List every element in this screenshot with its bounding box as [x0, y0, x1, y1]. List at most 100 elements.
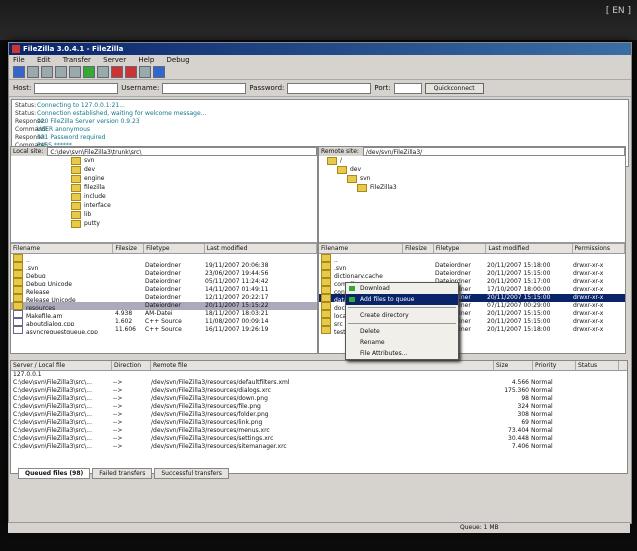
- file-icon: [13, 326, 23, 334]
- folder-icon: [321, 310, 331, 318]
- quickconnect-button[interactable]: Quickconnect: [424, 82, 484, 94]
- file-size: [113, 294, 143, 302]
- queue-col-size[interactable]: Size: [494, 361, 533, 370]
- tree-node[interactable]: dev: [71, 165, 317, 174]
- table-row[interactable]: C:\dev\svn\FileZilla3\src\... --> /dev/svn…: [11, 411, 627, 419]
- remote-col-filename[interactable]: Filename: [319, 244, 404, 253]
- toggle-remote-tree-icon[interactable]: [55, 66, 67, 78]
- table-row[interactable]: Release Unicode Dateiordner 12/11/2007 20:…: [11, 294, 317, 302]
- cancel-icon[interactable]: [111, 66, 123, 78]
- file-name-cell: ..: [11, 254, 113, 262]
- toggle-queue-icon[interactable]: [69, 66, 81, 78]
- queue-col-remote[interactable]: Remote file: [151, 361, 494, 370]
- tree-node[interactable]: svn: [327, 174, 625, 183]
- queue-col-priority[interactable]: Priority: [533, 361, 576, 370]
- table-row[interactable]: 127.0.0.1: [11, 371, 627, 379]
- table-row[interactable]: resources Dateiordner 20/11/2007 15:15:22: [11, 302, 317, 310]
- tree-node-label: engine: [84, 175, 105, 182]
- tree-node[interactable]: engine: [71, 174, 317, 183]
- queue-size: 30.448: [508, 435, 529, 442]
- table-row[interactable]: C:\dev\svn\FileZilla3\src\... --> /dev/svn…: [11, 427, 627, 435]
- table-row[interactable]: C:\dev\svn\FileZilla3\src\... --> /dev/svn…: [11, 419, 627, 427]
- table-row[interactable]: aboutdialog.cpp 1.602 C++ Source 11/08/2007…: [11, 318, 317, 326]
- remote-col-filetype[interactable]: Filetype: [434, 244, 487, 253]
- menu-transfer[interactable]: Transfer: [63, 56, 91, 64]
- tree-node[interactable]: include: [71, 192, 317, 201]
- ctx-create-directory[interactable]: Create directory: [346, 310, 458, 321]
- ctx-rename[interactable]: Rename: [346, 337, 458, 348]
- reconnect-icon[interactable]: [139, 66, 151, 78]
- tab-successful-transfers[interactable]: Successful transfers: [154, 468, 229, 479]
- local-tree: svn dev engine filezilla include interface lib…: [11, 156, 317, 244]
- refresh-icon[interactable]: [83, 66, 95, 78]
- toggle-log-icon[interactable]: [27, 66, 39, 78]
- tree-node[interactable]: /: [327, 156, 625, 165]
- tree-node[interactable]: FileZilla3: [327, 183, 625, 192]
- host-input[interactable]: [34, 82, 119, 94]
- site-manager-icon[interactable]: [13, 66, 25, 78]
- tab-queued-files[interactable]: Queued files (98): [18, 468, 91, 479]
- table-row[interactable]: C:\dev\svn\FileZilla3\src\... --> /dev/svn…: [11, 435, 627, 443]
- ctx-add-to-queue[interactable]: Add files to queue: [346, 294, 458, 305]
- table-row[interactable]: ..: [11, 254, 317, 262]
- queue-local-file: C:\dev\svn\FileZilla3\src\...: [13, 395, 92, 402]
- remote-col-permissions[interactable]: Permissions: [573, 244, 625, 253]
- local-col-filename[interactable]: Filename: [11, 244, 114, 253]
- tab-failed-transfers[interactable]: Failed transfers: [92, 468, 153, 479]
- table-row[interactable]: ..: [319, 254, 625, 262]
- file-modified: 17/10/2007 18:00:00: [487, 286, 551, 293]
- table-row[interactable]: asyncrequestqueue.cpp 11.606 C++ Source 16/…: [11, 326, 317, 334]
- table-row[interactable]: Debug Unicode Dateiordner 05/11/2007 11:24…: [11, 278, 317, 286]
- filter-icon[interactable]: [153, 66, 165, 78]
- toggle-tree-icon[interactable]: [41, 66, 53, 78]
- queue-remote-file: /dev/svn/FileZilla3/resources/folder.png: [151, 411, 269, 418]
- table-row[interactable]: C:\dev\svn\FileZilla3\src\... --> /dev/svn…: [11, 403, 627, 411]
- remote-path-input[interactable]: /dev/svn/FileZilla3/: [362, 147, 625, 156]
- local-col-modified[interactable]: Last modified: [205, 244, 317, 253]
- table-row[interactable]: C:\dev\svn\FileZilla3\src\... --> /dev/svn…: [11, 379, 627, 387]
- ctx-download[interactable]: Download: [346, 283, 458, 294]
- table-row[interactable]: Makefile.am 4.938 AM-Datei 18/11/2007 18:03…: [11, 310, 317, 318]
- table-row[interactable]: Debug Dateiordner 23/06/2007 19:44:56: [11, 270, 317, 278]
- menu-server[interactable]: Server: [103, 56, 126, 64]
- remote-col-modified[interactable]: Last modified: [486, 244, 573, 253]
- ctx-delete[interactable]: Delete: [346, 326, 458, 337]
- queue-direction: -->: [113, 419, 123, 426]
- table-row[interactable]: .svn Dateiordner 20/11/2007 15:18:00 drwxr-…: [319, 262, 625, 270]
- queue-col-local[interactable]: Server / Local file: [11, 361, 112, 370]
- tree-node[interactable]: interface: [71, 201, 317, 210]
- menu-help[interactable]: Help: [138, 56, 154, 64]
- menu-debug[interactable]: Debug: [167, 56, 190, 64]
- table-row[interactable]: dictionary.cache Dateiordner 20/11/2007 15…: [319, 270, 625, 278]
- tree-node[interactable]: dev: [327, 165, 625, 174]
- queue-direction: -->: [113, 379, 123, 386]
- menu-edit[interactable]: Edit: [37, 56, 51, 64]
- table-row[interactable]: Release Dateiordner 14/11/2007 01:49:11: [11, 286, 317, 294]
- port-input[interactable]: [393, 82, 422, 94]
- tree-node[interactable]: putty: [71, 219, 317, 228]
- tree-node[interactable]: filezilla: [71, 183, 317, 192]
- host-label: Host:: [13, 84, 32, 92]
- password-input[interactable]: [287, 82, 372, 94]
- local-path-input[interactable]: C:\dev\svn\FileZilla3\trunk\src\: [47, 147, 317, 156]
- remote-col-filesize[interactable]: Filesize: [403, 244, 434, 253]
- queue-col-status[interactable]: Status: [576, 361, 619, 370]
- table-row[interactable]: C:\dev\svn\FileZilla3\src\... --> /dev/svn…: [11, 387, 627, 395]
- local-col-filesize[interactable]: Filesize: [113, 244, 145, 253]
- table-row[interactable]: C:\dev\svn\FileZilla3\src\... --> /dev/svn…: [11, 395, 627, 403]
- tree-node[interactable]: lib: [71, 210, 317, 219]
- log-line: Response: 331 Password required: [15, 134, 625, 142]
- menu-file[interactable]: File: [13, 56, 25, 64]
- username-input[interactable]: [162, 82, 247, 94]
- process-queue-icon[interactable]: [97, 66, 109, 78]
- menu-bar: File Edit Transfer Server Help Debug: [9, 55, 631, 65]
- file-name-cell: asyncrequestqueue.cpp: [11, 326, 113, 334]
- table-row[interactable]: .svn Dateiordner 19/11/2007 20:06:38: [11, 262, 317, 270]
- disconnect-icon[interactable]: [125, 66, 137, 78]
- local-col-filetype[interactable]: Filetype: [144, 244, 205, 253]
- tree-node[interactable]: svn: [71, 156, 317, 165]
- queue-col-direction[interactable]: Direction: [112, 361, 151, 370]
- folder-icon: [347, 174, 357, 183]
- ctx-file-attributes[interactable]: File Attributes...: [346, 348, 458, 359]
- table-row[interactable]: C:\dev\svn\FileZilla3\src\... --> /dev/svn…: [11, 443, 627, 451]
